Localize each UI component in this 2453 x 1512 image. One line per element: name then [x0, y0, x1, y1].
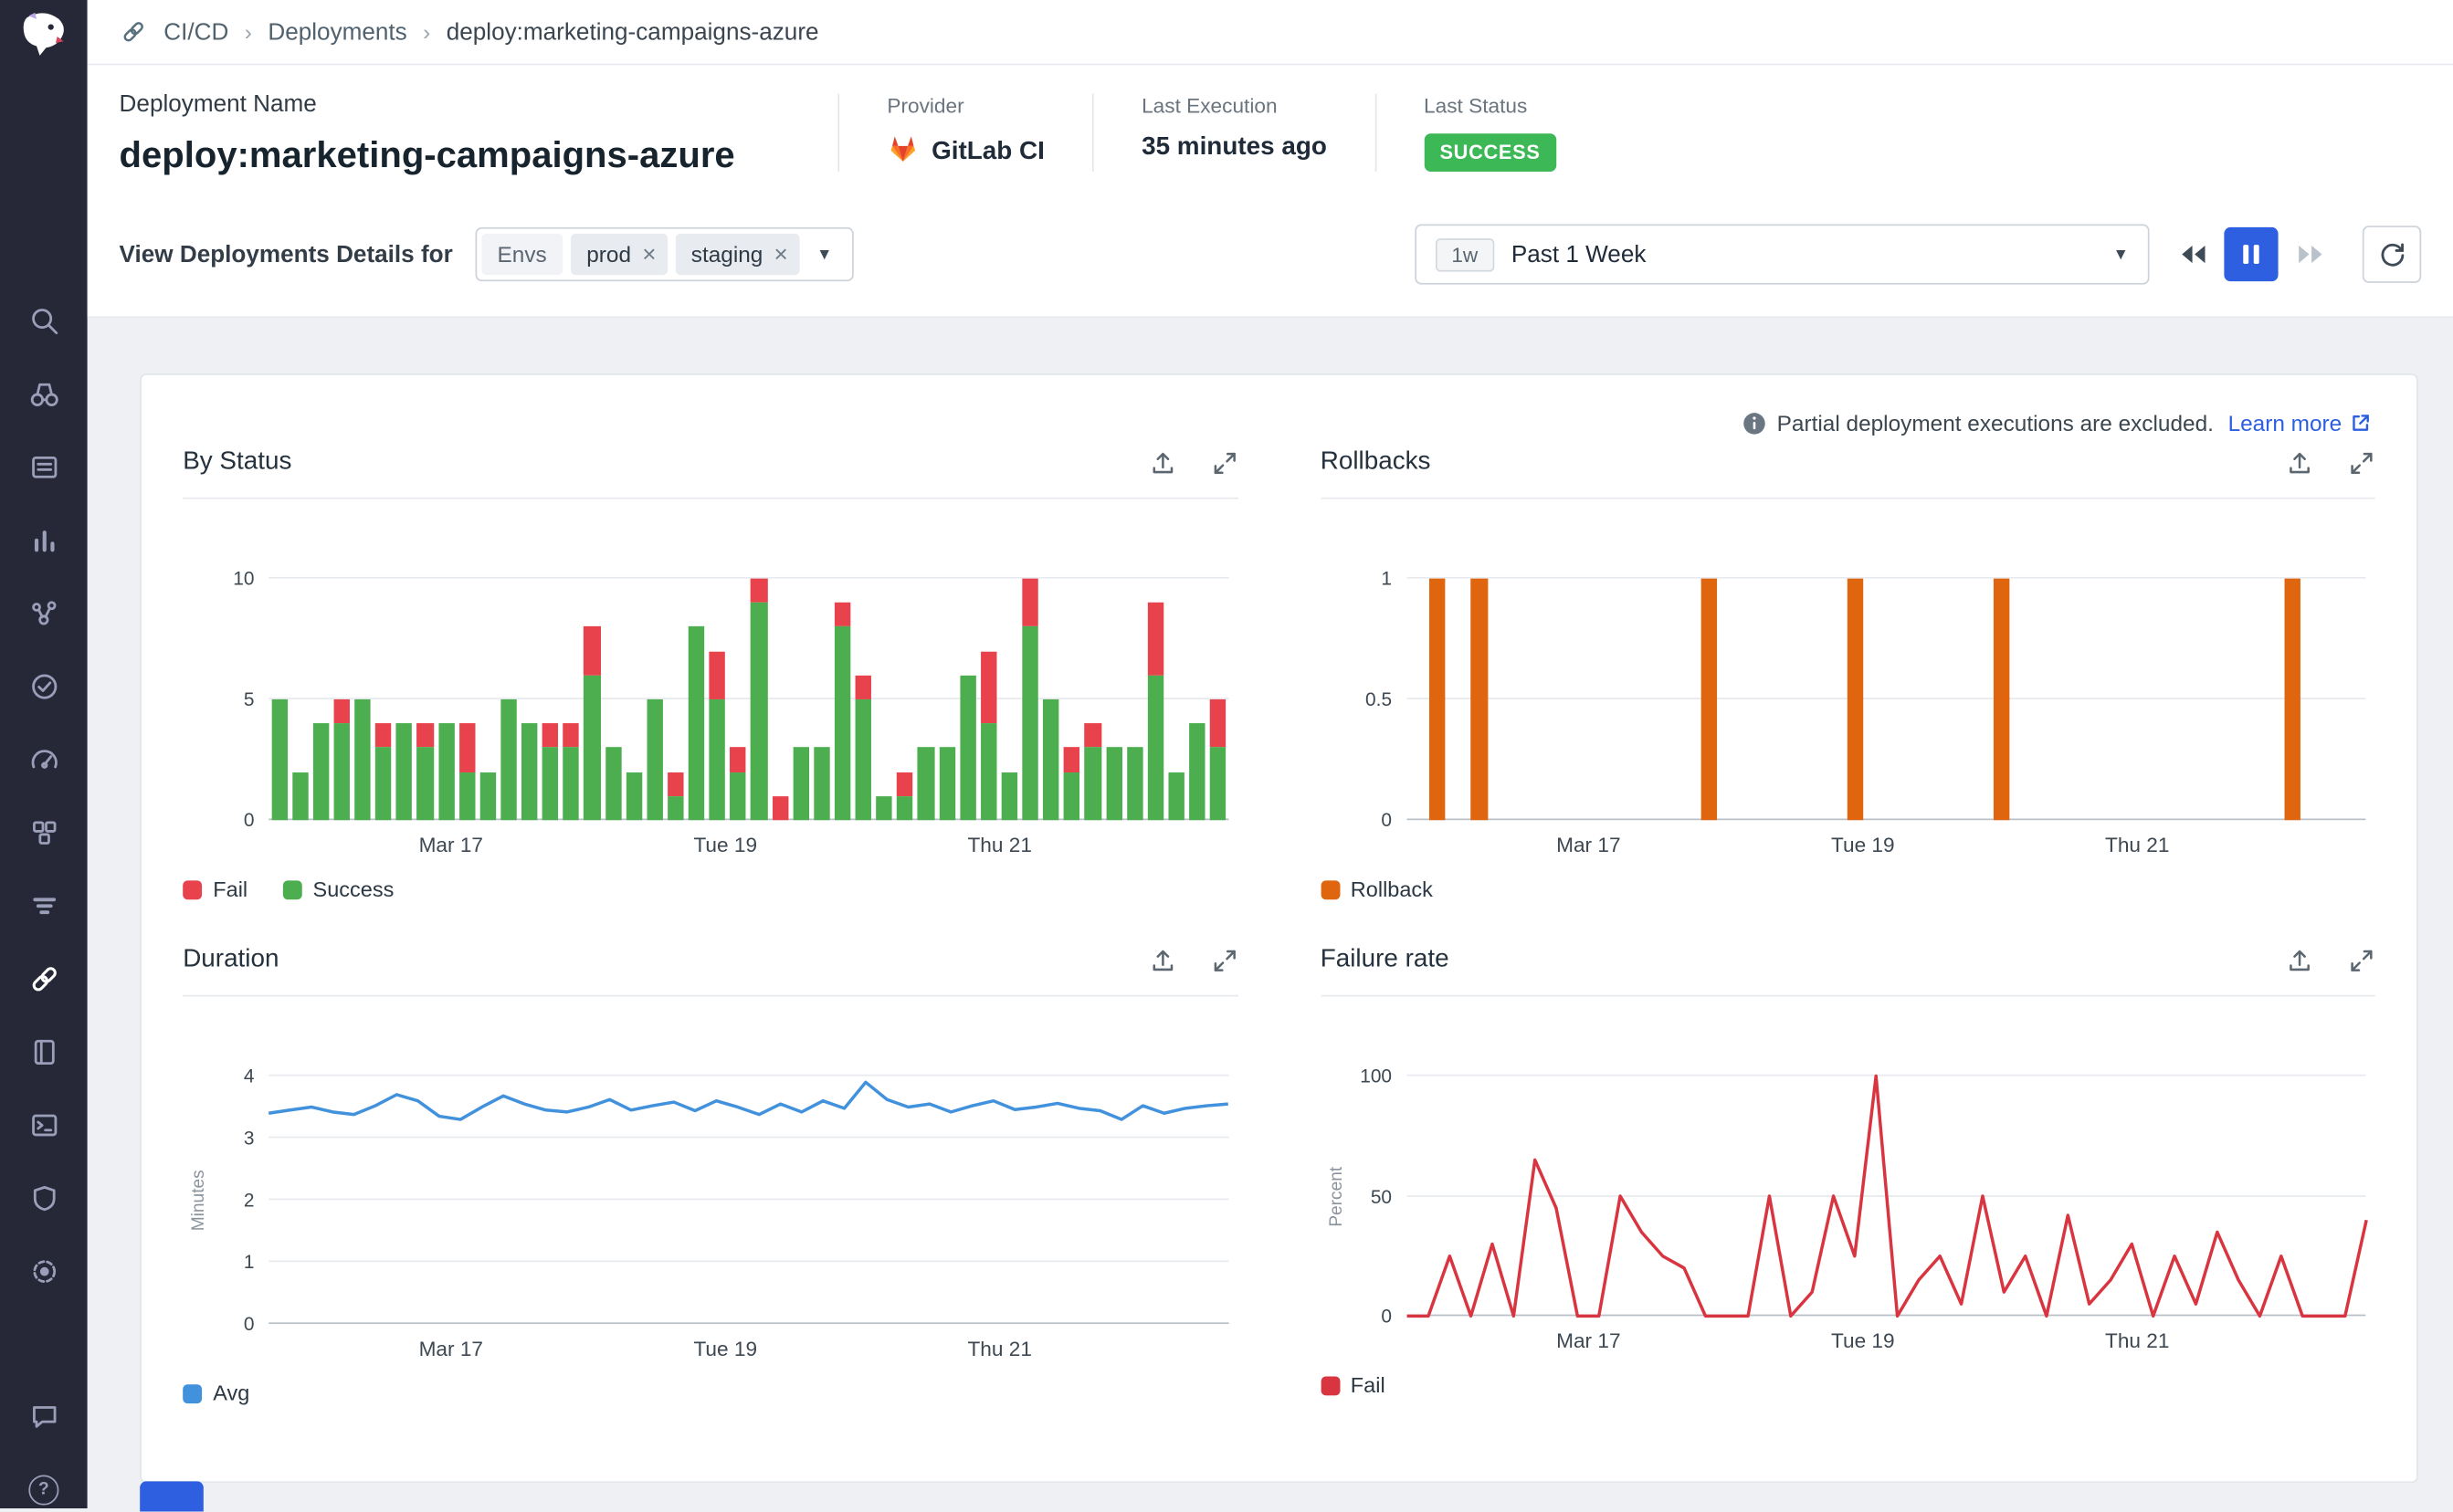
export-icon[interactable]: [1149, 947, 1176, 974]
binoculars-icon[interactable]: [25, 375, 63, 414]
learn-more-link[interactable]: Learn more: [2228, 410, 2373, 436]
chart-by-status: By Status 0510Mar 17Tue 19Thu 21 Fail Suc…: [183, 448, 1237, 901]
last-status-column: Last Status SUCCESS: [1374, 94, 1604, 172]
filter-label: View Deployments Details for: [120, 241, 453, 268]
sidebar-nav: [25, 302, 63, 1291]
sidebar: ?: [0, 0, 88, 1508]
legend-item-fail[interactable]: Fail: [183, 877, 247, 901]
charts-grid: By Status 0510Mar 17Tue 19Thu 21 Fail Suc…: [183, 448, 2375, 1405]
chart-failure-rate: Failure rate Percent 050100Mar 17Tue 19T…: [1321, 946, 2375, 1405]
duration-legend: Avg: [183, 1381, 1237, 1405]
rollbacks-legend: Rollback: [1321, 877, 2375, 901]
export-icon[interactable]: [1149, 449, 1176, 477]
pause-button[interactable]: [2224, 227, 2278, 281]
ci-cd-link-icon[interactable]: [25, 960, 63, 998]
env-chip-staging[interactable]: staging ×: [675, 234, 799, 275]
expand-icon[interactable]: [2348, 947, 2375, 974]
content-area: Partial deployment executions are exclud…: [88, 318, 2453, 1508]
chart-title: Failure rate: [1321, 946, 1449, 974]
monitors-check-icon[interactable]: [25, 667, 63, 706]
deployment-name-label: Deployment Name: [120, 90, 838, 118]
env-filter-select[interactable]: Envs prod × staging × ▼: [475, 227, 853, 281]
chart-title: By Status: [183, 448, 291, 477]
page-header: Deployment Name deploy:marketing-campaig…: [88, 65, 2453, 208]
remove-chip-icon[interactable]: ×: [642, 242, 656, 266]
pipelines-icon[interactable]: [25, 887, 63, 925]
fast-forward-button[interactable]: [2283, 227, 2337, 281]
datadog-logo[interactable]: [0, 0, 88, 70]
learn-more-label: Learn more: [2228, 410, 2342, 436]
expand-icon[interactable]: [1211, 449, 1238, 477]
info-icon: [1742, 411, 1765, 435]
rewind-button[interactable]: [2165, 227, 2219, 281]
env-chip-prod-label: prod: [586, 242, 631, 268]
charts-card: Partial deployment executions are exclud…: [140, 373, 2418, 1483]
playback-controls: [2165, 227, 2337, 281]
legend-item-rollback[interactable]: Rollback: [1321, 877, 1433, 901]
breadcrumb-cicd[interactable]: CI/CD: [163, 18, 228, 46]
sidebar-bottom: ?: [25, 1397, 63, 1508]
chart-rollbacks: Rollbacks 00.51Mar 17Tue 19Thu 21 Rollba…: [1321, 448, 2375, 901]
rollbacks-plot[interactable]: 00.51Mar 17Tue 19Thu 21: [1406, 579, 2366, 821]
env-chip-staging-label: staging: [691, 242, 763, 268]
search-icon[interactable]: [25, 302, 63, 341]
last-execution-value: 35 minutes ago: [1142, 133, 1327, 162]
service-map-icon[interactable]: [25, 594, 63, 633]
filter-bar: View Deployments Details for Envs prod ×…: [88, 208, 2453, 318]
legend-item-avg[interactable]: Avg: [183, 1381, 249, 1405]
settings-gear-icon[interactable]: [25, 1253, 63, 1291]
duration-plot[interactable]: Minutes 01234Mar 17Tue 19Thu 21: [268, 1076, 1228, 1325]
chart-duration: Duration Minutes 01234Mar 17Tue 19Thu 21: [183, 946, 1237, 1405]
export-icon[interactable]: [2286, 449, 2313, 477]
notice-text: Partial deployment executions are exclud…: [1777, 410, 2214, 436]
notebooks-icon[interactable]: [25, 1034, 63, 1072]
last-status-label: Last Status: [1424, 94, 1556, 118]
security-shield-icon[interactable]: [25, 1180, 63, 1218]
chevron-down-icon[interactable]: ▼: [816, 246, 832, 263]
link-icon: [120, 17, 148, 46]
refresh-button[interactable]: [2363, 226, 2421, 283]
time-range-label: Past 1 Week: [1511, 241, 1647, 268]
breadcrumb-separator: ›: [423, 19, 430, 45]
remove-chip-icon[interactable]: ×: [774, 242, 788, 266]
integrations-blocks-icon[interactable]: [25, 814, 63, 852]
breadcrumb: CI/CD › Deployments › deploy:marketing-c…: [88, 0, 2453, 65]
ci-terminal-icon[interactable]: [25, 1107, 63, 1145]
failure-rate-legend: Fail: [1321, 1373, 2375, 1397]
external-link-icon: [2350, 412, 2372, 434]
chat-icon[interactable]: [25, 1397, 63, 1435]
legend-item-success[interactable]: Success: [282, 877, 394, 901]
breadcrumb-current: deploy:marketing-campaigns-azure: [447, 18, 819, 46]
time-preset-badge: 1w: [1436, 237, 1494, 271]
help-icon[interactable]: ?: [25, 1470, 63, 1508]
gitlab-icon: [887, 133, 919, 172]
failure-rate-plot[interactable]: Percent 050100Mar 17Tue 19Thu 21: [1406, 1076, 2366, 1317]
expand-icon[interactable]: [2348, 449, 2375, 477]
status-badge: SUCCESS: [1424, 133, 1556, 172]
last-execution-column: Last Execution 35 minutes ago: [1092, 94, 1374, 172]
chart-title: Rollbacks: [1321, 448, 1431, 477]
events-list-icon[interactable]: [25, 448, 63, 487]
by-status-legend: Fail Success: [183, 877, 1237, 901]
chart-title: Duration: [183, 946, 279, 974]
legend-item-fail[interactable]: Fail: [1321, 1373, 1385, 1397]
by-status-plot[interactable]: 0510Mar 17Tue 19Thu 21: [268, 579, 1228, 821]
expand-icon[interactable]: [1211, 947, 1238, 974]
env-chip-prod[interactable]: prod ×: [571, 234, 668, 275]
env-filter-tag: Envs: [481, 234, 563, 275]
breadcrumb-separator: ›: [245, 19, 252, 45]
provider-column: Provider: [837, 94, 1092, 172]
time-range-picker[interactable]: 1w Past 1 Week ▼: [1415, 224, 2149, 284]
page-title: deploy:marketing-campaigns-azure: [120, 133, 838, 176]
provider-label: Provider: [887, 94, 1045, 118]
chevron-down-icon: ▼: [2113, 246, 2129, 263]
provider-value: GitLab CI: [932, 138, 1045, 166]
export-icon[interactable]: [2286, 947, 2313, 974]
app-window: ? CI/CD › Deployments › deploy:marketing…: [0, 0, 2453, 1508]
metrics-chart-icon[interactable]: [25, 521, 63, 560]
dashboards-gauge-icon[interactable]: [25, 740, 63, 779]
last-execution-label: Last Execution: [1142, 94, 1327, 118]
exclusion-notice: Partial deployment executions are exclud…: [183, 397, 2375, 442]
breadcrumb-deployments[interactable]: Deployments: [268, 18, 406, 46]
